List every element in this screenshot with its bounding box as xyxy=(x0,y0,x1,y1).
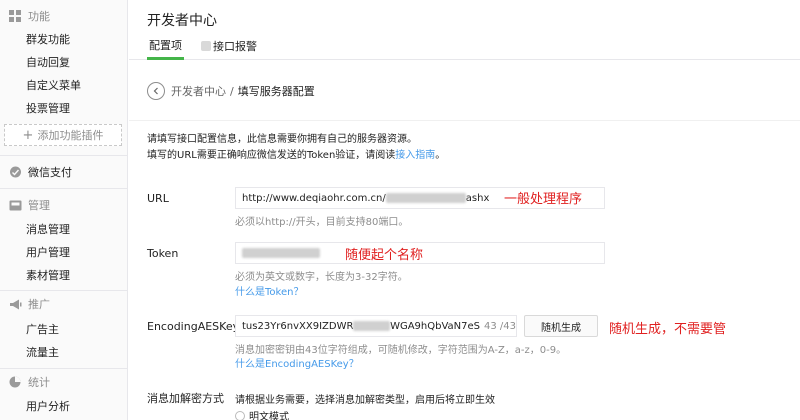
sidebar-divider xyxy=(0,188,127,189)
aeskey-value-prefix: tus23Yr6nvXX9IZDWR xyxy=(242,320,354,332)
redacted-mark xyxy=(385,193,466,203)
sidebar-section-label: 微信支付 xyxy=(28,166,72,179)
sidebar: 功能 群发功能 自动回复 自定义菜单 投票管理 + 添加功能插件 微信支付 管理… xyxy=(0,0,128,420)
tab-bar: 配置项 接口报警 xyxy=(129,32,800,60)
tab-api-alert[interactable]: 接口报警 xyxy=(201,32,257,60)
aeskey-value-suffix: WGA9hQbVaN7eS xyxy=(390,320,480,332)
token-annotation: 随便起个名称 xyxy=(345,248,424,263)
sidebar-divider xyxy=(0,290,127,291)
sidebar-section-label: 功能 xyxy=(28,10,50,23)
plaintext-mode-label: 明文模式 xyxy=(249,412,289,420)
tab-label: 接口报警 xyxy=(213,40,257,53)
aeskey-char-count: 43 /43 xyxy=(484,320,516,332)
sidebar-section-label: 推广 xyxy=(28,298,50,311)
sidebar-section-payment[interactable]: 微信支付 xyxy=(0,162,127,182)
aeskey-annotation: 随机生成，不需要管 xyxy=(609,322,727,337)
intro-line-2-prefix: 填写的URL需要正确响应微信发送的Token验证，请阅读 xyxy=(147,150,396,161)
url-value-prefix: http://www.deqiaohr.com.cn/ xyxy=(242,192,386,204)
tab-label: 配置项 xyxy=(149,38,182,52)
sidebar-section-features: 功能 xyxy=(0,6,127,26)
page-title: 开发者中心 xyxy=(147,13,217,29)
sidebar-item-user-analysis[interactable]: 用户分析 xyxy=(26,398,70,414)
what-is-aeskey-link[interactable]: 什么是EncodingAESKey？ xyxy=(235,355,359,370)
back-arrow-icon[interactable] xyxy=(147,82,165,100)
sidebar-item-auto-reply[interactable]: 自动回复 xyxy=(26,54,70,70)
plus-icon: + xyxy=(22,127,34,143)
aeskey-label: EncodingAESKey xyxy=(147,320,240,333)
sidebar-section-label: 统计 xyxy=(28,376,50,389)
chart-icon xyxy=(8,375,22,389)
what-is-token-link[interactable]: 什么是Token？ xyxy=(235,283,303,298)
breadcrumb: 开发者中心 / 填写服务器配置 xyxy=(147,81,315,101)
breadcrumb-parent[interactable]: 开发者中心 xyxy=(171,83,226,99)
sidebar-divider xyxy=(0,368,127,369)
sidebar-section-promote: 推广 xyxy=(0,294,127,314)
url-hint: 必须以http://开头，目前支持80端口。 xyxy=(235,217,409,228)
redacted-mark xyxy=(201,41,211,51)
aeskey-input[interactable]: tus23Yr6nvXX9IZDWR WGA9hQbVaN7eS 43 /43 xyxy=(235,315,517,337)
intro-text: 请填写接口配置信息，此信息需要你拥有自己的服务器资源。 填写的URL需要正确响应… xyxy=(147,132,445,164)
sidebar-section-label: 管理 xyxy=(28,199,50,212)
add-plugin-button[interactable]: + 添加功能插件 xyxy=(4,124,122,146)
main-content: 开发者中心 配置项 接口报警 开发者中心 / 填写服务器配置 请填写接口配置信息… xyxy=(129,0,800,420)
sidebar-item-mass-send[interactable]: 群发功能 xyxy=(26,31,70,47)
encrypt-label: 消息加解密方式 xyxy=(147,392,224,405)
url-annotation: 一般处理程序 xyxy=(504,192,583,207)
intro-line-2: 填写的URL需要正确响应微信发送的Token验证，请阅读接入指南。 xyxy=(147,148,445,164)
sidebar-item-custom-menu[interactable]: 自定义菜单 xyxy=(26,77,81,93)
grid-icon xyxy=(8,9,22,23)
redacted-mark xyxy=(353,321,391,331)
redacted-mark xyxy=(242,248,320,258)
add-plugin-label: 添加功能插件 xyxy=(37,129,104,142)
tab-config[interactable]: 配置项 xyxy=(147,32,184,60)
url-label: URL xyxy=(147,192,169,205)
inbox-icon xyxy=(8,198,22,212)
sidebar-item-message-mgmt[interactable]: 消息管理 xyxy=(26,221,70,237)
token-label: Token xyxy=(147,247,179,260)
radio-icon[interactable] xyxy=(235,410,245,420)
sidebar-section-manage: 管理 xyxy=(0,195,127,215)
access-guide-link[interactable]: 接入指南 xyxy=(395,150,435,161)
sidebar-item-material-mgmt[interactable]: 素材管理 xyxy=(26,267,70,283)
sidebar-item-advertiser[interactable]: 广告主 xyxy=(26,321,59,337)
megaphone-icon xyxy=(8,297,22,311)
breadcrumb-separator: / xyxy=(230,84,234,98)
random-generate-button[interactable]: 随机生成 xyxy=(524,315,598,337)
token-hint: 必须为英文或数字，长度为3-32字符。 xyxy=(235,272,408,283)
plaintext-mode-option[interactable]: 明文模式 xyxy=(235,408,289,420)
sidebar-item-user-mgmt[interactable]: 用户管理 xyxy=(26,244,70,260)
encrypt-hint: 请根据业务需要，选择消息加解密类型，启用后将立即生效 xyxy=(235,395,495,406)
section-divider xyxy=(129,120,800,121)
url-value-suffix: ashx xyxy=(465,192,490,204)
sidebar-section-stats: 统计 xyxy=(0,372,127,392)
aeskey-hint: 消息加密密钥由43位字符组成，可随机修改，字符范围为A-Z，a-z，0-9。 xyxy=(235,345,567,356)
sidebar-divider xyxy=(0,155,127,156)
sidebar-item-traffic[interactable]: 流量主 xyxy=(26,344,59,360)
breadcrumb-current: 填写服务器配置 xyxy=(237,85,315,98)
sidebar-item-vote[interactable]: 投票管理 xyxy=(26,100,70,116)
intro-line-1: 请填写接口配置信息，此信息需要你拥有自己的服务器资源。 xyxy=(147,134,417,145)
intro-line-2-suffix: 。 xyxy=(435,150,446,161)
wallet-icon xyxy=(8,165,22,179)
